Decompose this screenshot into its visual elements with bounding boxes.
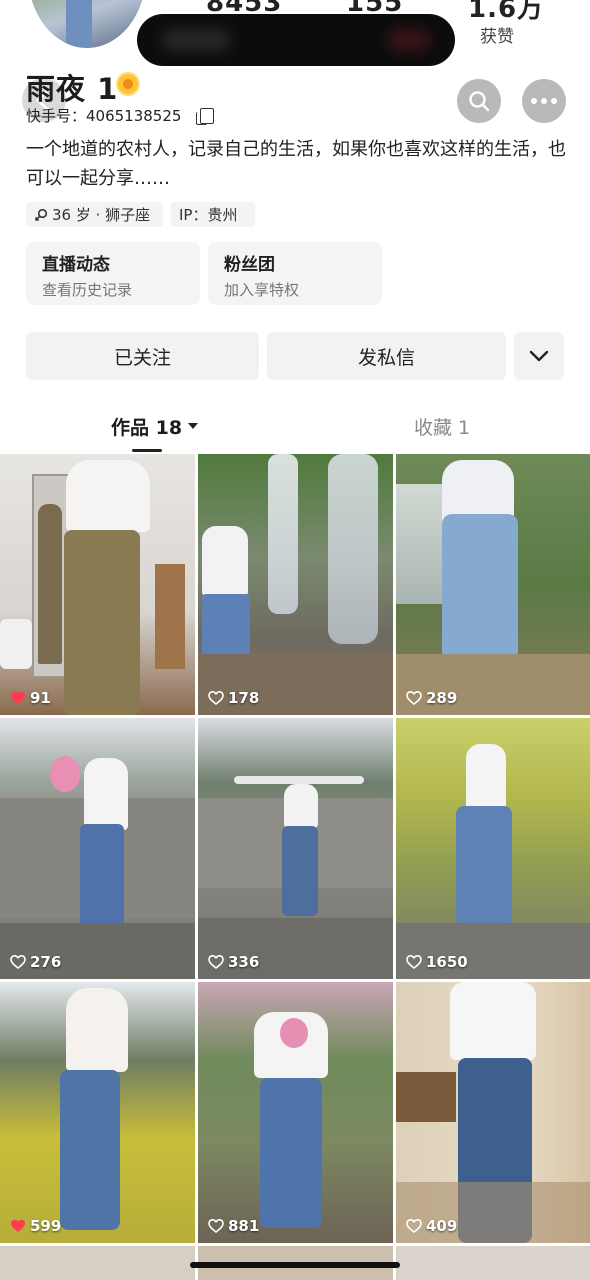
- age-tag-label: 36 岁 · 狮子座: [52, 206, 151, 224]
- video-thumb[interactable]: 1650: [396, 718, 590, 979]
- message-button[interactable]: 发私信: [267, 332, 506, 380]
- heart-icon: [406, 1218, 422, 1234]
- video-thumb[interactable]: 276: [0, 718, 195, 979]
- like-count: 336: [208, 953, 259, 971]
- tab-works-underline: [132, 449, 162, 452]
- like-count-value: 336: [228, 953, 260, 971]
- like-count: 599: [10, 1217, 61, 1235]
- like-count: 289: [406, 689, 457, 707]
- video-thumb[interactable]: 289: [396, 454, 590, 715]
- like-count-value: 599: [30, 1217, 62, 1235]
- video-thumb-partial[interactable]: [396, 1246, 590, 1280]
- like-count: 276: [10, 953, 61, 971]
- like-count-value: 1650: [426, 953, 468, 971]
- like-count-value: 289: [426, 689, 458, 707]
- heart-icon: [11, 1219, 25, 1232]
- video-thumb[interactable]: 336: [198, 718, 393, 979]
- live-updates-card[interactable]: 直播动态 查看历史记录: [26, 242, 200, 305]
- heart-icon: [10, 954, 26, 970]
- video-thumb[interactable]: 409: [396, 982, 590, 1243]
- like-count: 409: [406, 1217, 457, 1235]
- gender-icon: [34, 208, 48, 221]
- tab-works[interactable]: 作品 18: [111, 413, 182, 440]
- followed-button[interactable]: 已关注: [26, 332, 259, 380]
- recommend-dropdown-button[interactable]: [514, 332, 564, 380]
- tab-works-caret-icon[interactable]: [188, 423, 198, 429]
- fan-club-title: 粉丝团: [224, 255, 275, 275]
- video-thumb[interactable]: 881: [198, 982, 393, 1243]
- like-count-value: 409: [426, 1217, 458, 1235]
- heart-icon: [208, 954, 224, 970]
- home-indicator[interactable]: [190, 1262, 400, 1268]
- followed-label: 已关注: [113, 346, 171, 369]
- tab-favorites[interactable]: 收藏 1: [414, 413, 470, 440]
- search-icon: [469, 91, 490, 112]
- copy-icon[interactable]: [196, 108, 214, 125]
- like-count: 881: [208, 1217, 259, 1235]
- search-button[interactable]: [457, 79, 501, 123]
- age-tag: 36 岁 · 狮子座: [26, 202, 163, 227]
- ip-tag: IP：贵州: [171, 202, 255, 227]
- video-thumb[interactable]: 91: [0, 454, 195, 715]
- ip-tag-label: IP：贵州: [179, 206, 238, 224]
- heart-icon: [208, 1218, 224, 1234]
- like-count-value: 91: [30, 689, 51, 707]
- more-dots-icon: [531, 98, 557, 104]
- message-label: 发私信: [357, 346, 415, 369]
- live-updates-title: 直播动态: [42, 255, 110, 275]
- video-thumb[interactable]: 178: [198, 454, 393, 715]
- heart-icon: [406, 954, 422, 970]
- more-button[interactable]: [522, 79, 566, 123]
- kuaishou-id: 快手号：4065138525: [26, 107, 182, 125]
- fan-club-card[interactable]: 粉丝团 加入享特权: [208, 242, 382, 305]
- likes-label: 获赞: [480, 27, 514, 47]
- redaction-pill: [137, 14, 455, 66]
- verified-badge-icon: [116, 72, 140, 96]
- like-count: 91: [10, 689, 51, 707]
- chevron-down-icon: [529, 350, 549, 362]
- live-updates-subtitle: 查看历史记录: [42, 281, 133, 299]
- bio: 一个地道的农村人，记录自己的生活，如果你也喜欢这样的生活，也可以一起分享……: [26, 139, 566, 189]
- like-count-value: 276: [30, 953, 62, 971]
- fan-club-subtitle: 加入享特权: [224, 281, 300, 299]
- profile-name: 雨夜 1: [26, 72, 119, 106]
- heart-icon: [406, 690, 422, 706]
- avatar[interactable]: [28, 0, 146, 48]
- like-count: 178: [208, 689, 259, 707]
- like-count-value: 881: [228, 1217, 260, 1235]
- heart-icon: [11, 691, 25, 704]
- video-thumb[interactable]: 599: [0, 982, 195, 1243]
- heart-icon: [208, 690, 224, 706]
- video-thumb-partial[interactable]: [0, 1246, 195, 1280]
- like-count: 1650: [406, 953, 468, 971]
- like-count-value: 178: [228, 689, 260, 707]
